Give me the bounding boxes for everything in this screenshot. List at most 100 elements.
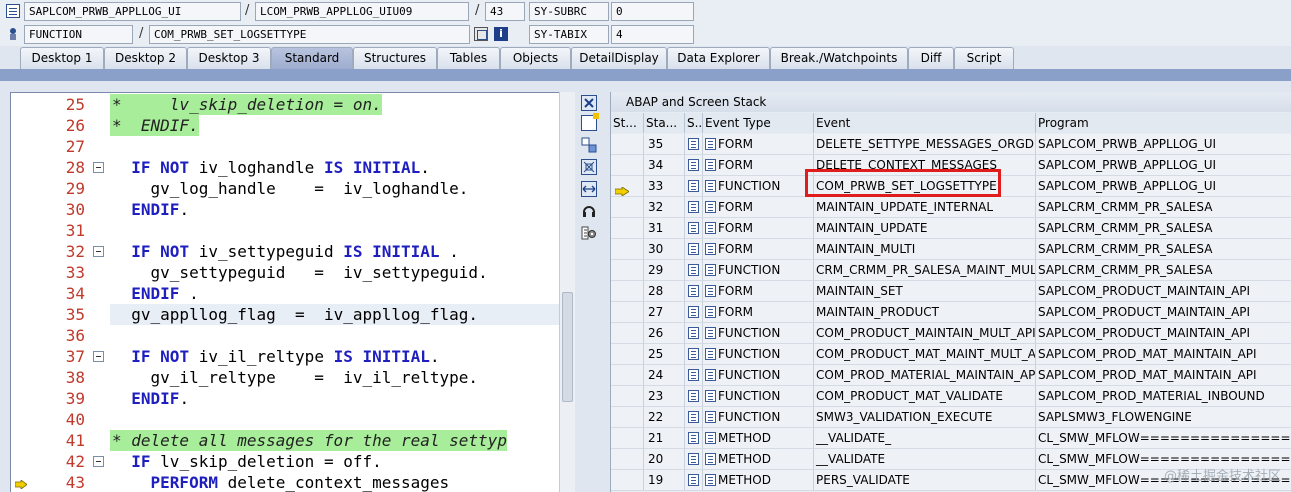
tab-desktop-2[interactable]: Desktop 2: [104, 47, 187, 69]
maximize-icon[interactable]: [581, 159, 597, 175]
collapse-block-icon[interactable]: [93, 351, 104, 362]
stack-row[interactable]: 26 FUNCTION COM_PRODUCT_MAINTAIN_MULT_API S…: [611, 323, 1291, 344]
stack-row[interactable]: 28 FORM MAINTAIN_SET SAPLCOM_PRODUCT_MAINTA…: [611, 281, 1291, 302]
code-line[interactable]: 37 IF NOT iv_il_reltype IS INITIAL.: [11, 346, 559, 367]
swap-tool-icon[interactable]: [581, 137, 597, 153]
stack-marker-cell[interactable]: [611, 302, 644, 323]
tab-objects[interactable]: Objects: [500, 47, 571, 69]
code-line[interactable]: 34 ENDIF .: [11, 283, 559, 304]
source-icon-cell[interactable]: [685, 407, 703, 428]
sysfield-value[interactable]: 0: [611, 2, 694, 21]
stack-marker-cell[interactable]: [611, 155, 644, 176]
tab-diff[interactable]: Diff: [908, 47, 954, 69]
tab-data-explorer[interactable]: Data Explorer: [667, 47, 770, 69]
source-icon-cell[interactable]: [685, 134, 703, 155]
collapse-block-icon[interactable]: [93, 456, 104, 467]
source-icon-cell[interactable]: [685, 155, 703, 176]
source-icon-cell[interactable]: [685, 176, 703, 197]
source-icon-cell[interactable]: [685, 302, 703, 323]
column-header-stack-level[interactable]: Sta...: [644, 113, 685, 133]
navigate-icon[interactable]: [474, 27, 488, 41]
code-line[interactable]: 28 IF NOT iv_loghandle IS INITIAL.: [11, 157, 559, 178]
scrollbar-thumb[interactable]: [562, 292, 573, 402]
line-field[interactable]: 43: [485, 2, 525, 21]
code-line[interactable]: 35 gv_appllog_flag = iv_appllog_flag.: [11, 304, 559, 325]
code-line[interactable]: 30 ENDIF.: [11, 199, 559, 220]
source-icon-cell[interactable]: [685, 428, 703, 449]
stack-row[interactable]: 35 FORM DELETE_SETTYPE_MESSAGES_ORGDE... SA…: [611, 134, 1291, 155]
stack-marker-cell[interactable]: [611, 386, 644, 407]
stack-row[interactable]: 32 FORM MAINTAIN_UPDATE_INTERNAL SAPLCRM_CR…: [611, 197, 1291, 218]
code-line[interactable]: 31: [11, 220, 559, 241]
source-icon-cell[interactable]: [685, 239, 703, 260]
stack-row[interactable]: 21 METHOD __VALIDATE_ CL_SMW_MFLOW=========…: [611, 428, 1291, 449]
stack-row[interactable]: 24 FUNCTION COM_PROD_MATERIAL_MAINTAIN_API…: [611, 365, 1291, 386]
code-line[interactable]: 26 * ENDIF.: [11, 115, 559, 136]
source-icon-cell[interactable]: [685, 344, 703, 365]
column-header-program[interactable]: Program: [1036, 113, 1291, 133]
collapse-block-icon[interactable]: [93, 162, 104, 173]
stack-row[interactable]: 30 FORM MAINTAIN_MULTI SAPLCRM_CRMM_PR_SALE…: [611, 239, 1291, 260]
stack-marker-cell[interactable]: [611, 134, 644, 155]
column-header-event[interactable]: Event: [814, 113, 1036, 133]
source-icon-cell[interactable]: [685, 218, 703, 239]
stack-marker-cell[interactable]: [611, 260, 644, 281]
source-icon-cell[interactable]: [685, 323, 703, 344]
collapse-block-icon[interactable]: [93, 246, 104, 257]
stack-marker-cell[interactable]: [611, 197, 644, 218]
code-line[interactable]: 38 gv_il_reltype = iv_il_reltype.: [11, 367, 559, 388]
column-header-source-type[interactable]: S..: [685, 113, 703, 133]
source-icon-cell[interactable]: [685, 386, 703, 407]
code-line[interactable]: 25 * lv_skip_deletion = on.: [11, 94, 559, 115]
sysfield-label-2[interactable]: SY-TABIX: [529, 25, 609, 44]
stack-row[interactable]: 23 FUNCTION COM_PRODUCT_MAT_VALIDATE SAPLCO…: [611, 386, 1291, 407]
code-line[interactable]: 32 IF NOT iv_settypeguid IS INITIAL .: [11, 241, 559, 262]
stack-row[interactable]: 29 FUNCTION CRM_CRMM_PR_SALESA_MAINT_MUL SA…: [611, 260, 1291, 281]
tab-tables[interactable]: Tables: [437, 47, 500, 69]
program-field[interactable]: SAPLCOM_PRWB_APPLLOG_UI: [24, 2, 241, 21]
editor-scrollbar[interactable]: [559, 92, 575, 492]
source-icon-cell[interactable]: [685, 365, 703, 386]
stack-marker-cell[interactable]: [611, 176, 644, 197]
tab-desktop-1[interactable]: Desktop 1: [20, 47, 104, 69]
code-line[interactable]: 41 * delete all messages for the real set…: [11, 430, 559, 451]
stack-marker-cell[interactable]: [611, 281, 644, 302]
stack-row[interactable]: 31 FORM MAINTAIN_UPDATE SAPLCRM_CRMM_PR_SAL…: [611, 218, 1291, 239]
event-field[interactable]: COM_PRWB_SET_LOGSETTYPE: [149, 25, 470, 44]
source-icon-cell[interactable]: [685, 260, 703, 281]
code-line[interactable]: 36: [11, 325, 559, 346]
stack-marker-cell[interactable]: [611, 449, 644, 470]
tab-desktop-3[interactable]: Desktop 3: [187, 47, 271, 69]
stack-marker-cell[interactable]: [611, 218, 644, 239]
code-line[interactable]: 29 gv_log_handle = iv_loghandle.: [11, 178, 559, 199]
sysfield-value-2[interactable]: 4: [611, 25, 694, 44]
include-field[interactable]: LCOM_PRWB_APPLLOG_UIU09: [255, 2, 469, 21]
stack-row[interactable]: 27 FORM MAINTAIN_PRODUCT SAPLCOM_PRODUCT_MA…: [611, 302, 1291, 323]
stack-marker-cell[interactable]: [611, 239, 644, 260]
close-icon[interactable]: [581, 95, 597, 111]
source-icon-cell[interactable]: [685, 449, 703, 470]
new-tool-icon[interactable]: [581, 113, 599, 131]
stack-row[interactable]: 22 FUNCTION SMW3_VALIDATION_EXECUTE SAPLSMW…: [611, 407, 1291, 428]
source-icon-cell[interactable]: [685, 281, 703, 302]
services-icon[interactable]: [581, 203, 597, 219]
code-line[interactable]: 43 PERFORM delete_context_messages: [11, 472, 559, 492]
stack-marker-cell[interactable]: [611, 344, 644, 365]
code-line[interactable]: 27: [11, 136, 559, 157]
stack-marker-cell[interactable]: [611, 365, 644, 386]
stack-marker-cell[interactable]: [611, 323, 644, 344]
column-header-event-type[interactable]: Event Type: [703, 113, 814, 133]
stack-marker-cell[interactable]: [611, 470, 644, 491]
tool-settings-icon[interactable]: [581, 225, 597, 241]
stack-row[interactable]: 33 FUNCTION COM_PRWB_SET_LOGSETTYPE SAPLCOM…: [611, 169, 1291, 197]
code-line[interactable]: 40: [11, 409, 559, 430]
source-icon-cell[interactable]: [685, 470, 703, 491]
tab-detaildisplay[interactable]: DetailDisplay: [571, 47, 667, 69]
code-line[interactable]: 39 ENDIF.: [11, 388, 559, 409]
info-icon[interactable]: i: [494, 27, 508, 41]
code-line[interactable]: 42 IF lv_skip_deletion = off.: [11, 451, 559, 472]
stack-marker-cell[interactable]: [611, 407, 644, 428]
event-type-field[interactable]: FUNCTION: [24, 25, 133, 44]
tab-script[interactable]: Script: [954, 47, 1014, 69]
stack-row[interactable]: 25 FUNCTION COM_PRODUCT_MAT_MAINT_MULT_A..…: [611, 344, 1291, 365]
